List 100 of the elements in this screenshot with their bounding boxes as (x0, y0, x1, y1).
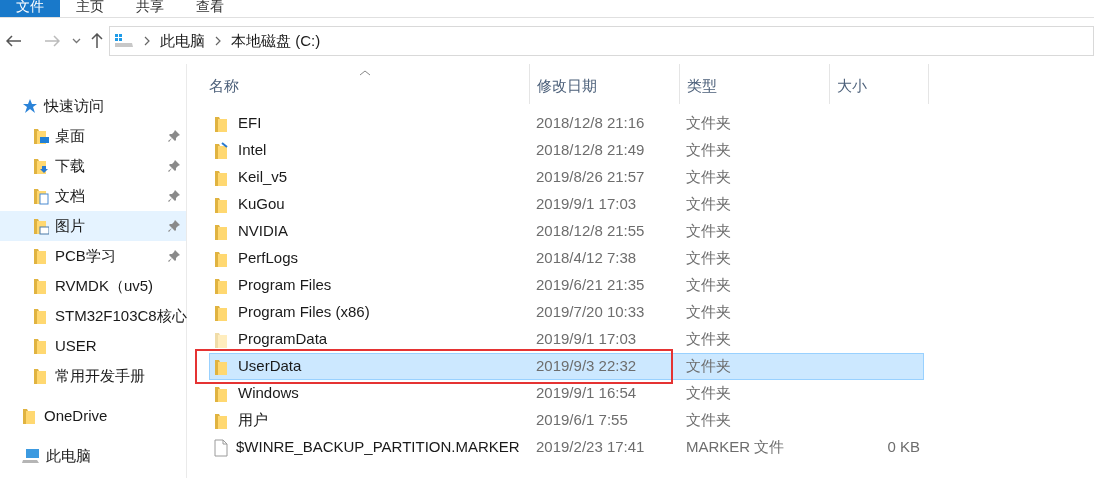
ribbon-tab[interactable]: 文件 (0, 0, 60, 17)
file-row[interactable]: Program Files 2019/6/21 21:35 文件夹 (209, 272, 924, 299)
chevron-icon (215, 36, 221, 46)
file-row[interactable]: ProgramData 2019/9/1 17:03 文件夹 (209, 326, 924, 353)
nav-section[interactable]: 此电脑 (46, 444, 91, 468)
file-row[interactable]: Program Files (x86) 2019/7/20 10:33 文件夹 (209, 299, 924, 326)
file-name: $WINRE_BACKUP_PARTITION.MARKER (236, 437, 520, 458)
column-header[interactable]: 修改日期 (537, 74, 597, 98)
column-header[interactable]: 名称 (209, 74, 239, 98)
folder-icon (214, 276, 230, 295)
nav-item-label: 图片 (55, 215, 86, 236)
file-name: PerfLogs (238, 248, 299, 269)
nav-item-label: 下载 (55, 155, 86, 176)
folder-icon (214, 195, 230, 214)
file-name: Intel (238, 140, 267, 161)
type-cell-text: 文件夹 (685, 221, 732, 242)
type-cell-text: 文件夹 (685, 356, 732, 377)
file-row[interactable]: $WINRE_BACKUP_PARTITION.MARKER 2019/2/23 17:41 MARKER 文件 0 KB (209, 434, 924, 461)
breadcrumb[interactable]: 此电脑 (160, 29, 205, 53)
breadcrumb[interactable]: 本地磁盘 (C:) (231, 29, 321, 53)
size-cell-text: 0 KB (886, 437, 920, 458)
folder-icon (214, 168, 230, 187)
nav-item[interactable]: 文档 (0, 181, 186, 211)
chevron-icon (144, 36, 150, 46)
file-row[interactable]: KuGou 2019/9/1 17:03 文件夹 (209, 191, 924, 218)
file-row[interactable]: Windows 2019/9/1 16:54 文件夹 (209, 380, 924, 407)
nav-item-label: PCB学习 (55, 245, 117, 266)
file-row[interactable]: 用户 2019/6/1 7:55 文件夹 (209, 407, 924, 434)
star-icon (22, 98, 38, 114)
ribbon-tab[interactable]: 共享 (120, 0, 180, 17)
file-row[interactable]: Keil_v5 2019/8/26 21:57 文件夹 (209, 164, 924, 191)
column-header[interactable]: 类型 (687, 74, 717, 98)
date-cell-text: 2018/12/8 21:16 (535, 113, 646, 134)
folder-icon (33, 367, 49, 385)
type-cell-text: 文件夹 (685, 275, 732, 296)
file-row[interactable]: PerfLogs 2018/4/12 7:38 文件夹 (209, 245, 924, 272)
folder-icon (33, 217, 49, 235)
file-row[interactable]: Intel 2018/12/8 21:49 文件夹 (209, 137, 924, 164)
nav-section[interactable]: OneDrive (44, 404, 108, 428)
file-name: KuGou (238, 194, 285, 215)
folder-icon (33, 157, 49, 175)
nav-item-label: USER (55, 335, 98, 356)
nav-item[interactable]: RVMDK（uv5) (0, 271, 186, 301)
file-name: 用户 (238, 410, 268, 431)
nav-item[interactable]: 常用开发手册 (0, 361, 186, 391)
dropdown-icon[interactable] (72, 38, 81, 44)
nav-item-label: RVMDK（uv5) (55, 275, 155, 296)
nav-item[interactable]: 下载 (0, 151, 186, 181)
folder-icon (33, 337, 49, 355)
file-name: Program Files (238, 275, 332, 296)
address-bar[interactable]: 此电脑 本地磁盘 (C:) (109, 26, 1094, 56)
nav-item[interactable]: USER (0, 331, 186, 361)
nav-item-label: 桌面 (55, 125, 86, 146)
type-cell-text: 文件夹 (685, 329, 732, 350)
type-cell-text: 文件夹 (685, 302, 732, 323)
date-cell-text: 2018/4/12 7:38 (535, 248, 638, 269)
folder-icon (214, 357, 230, 376)
date-cell-text: 2019/9/3 22:32 (535, 356, 638, 377)
column-header[interactable]: 大小 (837, 74, 867, 98)
date-cell-text: 2018/12/8 21:49 (535, 140, 646, 161)
folder-icon (214, 249, 230, 268)
file-name: NVIDIA (238, 221, 288, 242)
drive-icon (114, 34, 134, 48)
nav-section[interactable]: 快速访问 (44, 94, 104, 118)
ribbon-tab[interactable]: 查看 (180, 0, 240, 17)
type-cell-text: 文件夹 (685, 194, 732, 215)
nav-item-label: 文档 (55, 185, 86, 206)
file-name: Program Files (x86) (238, 302, 370, 323)
file-row[interactable]: UserData 2019/9/3 22:32 文件夹 (209, 353, 924, 380)
file-row[interactable]: NVIDIA 2018/12/8 21:55 文件夹 (209, 218, 924, 245)
date-cell-text: 2019/8/26 21:57 (535, 167, 646, 188)
folder-icon (33, 277, 49, 295)
folder-icon (33, 127, 49, 145)
folder-icon (214, 384, 230, 403)
type-cell-text: 文件夹 (685, 113, 732, 134)
nav-item[interactable]: STM32F103C8核心 (0, 301, 186, 331)
date-cell-text: 2019/6/1 7:55 (535, 410, 629, 431)
date-cell-text: 2019/9/1 17:03 (535, 194, 638, 215)
folder-icon (214, 141, 230, 160)
folder-icon (22, 407, 38, 425)
type-cell-text: 文件夹 (685, 410, 732, 431)
file-name: ProgramData (238, 329, 328, 350)
file-name: UserData (238, 356, 302, 377)
nav-item[interactable]: 图片 (0, 211, 186, 241)
nav-item[interactable]: PCB学习 (0, 241, 186, 271)
nav-item[interactable]: 桌面 (0, 121, 186, 151)
type-cell-text: 文件夹 (685, 140, 732, 161)
back-icon[interactable] (6, 35, 22, 47)
type-cell-text: 文件夹 (685, 383, 732, 404)
folder-icon (214, 330, 230, 349)
date-cell-text: 2019/9/1 16:54 (535, 383, 638, 404)
nav-item-label: STM32F103C8核心 (55, 305, 187, 326)
file-row[interactable]: EFI 2018/12/8 21:16 文件夹 (209, 110, 924, 137)
folder-icon (214, 303, 230, 322)
type-cell-text: 文件夹 (685, 167, 732, 188)
date-cell-text: 2019/2/23 17:41 (535, 437, 646, 458)
up-icon[interactable] (91, 33, 103, 49)
folder-icon (214, 222, 230, 241)
folder-icon (214, 114, 230, 133)
file-icon (214, 438, 228, 457)
